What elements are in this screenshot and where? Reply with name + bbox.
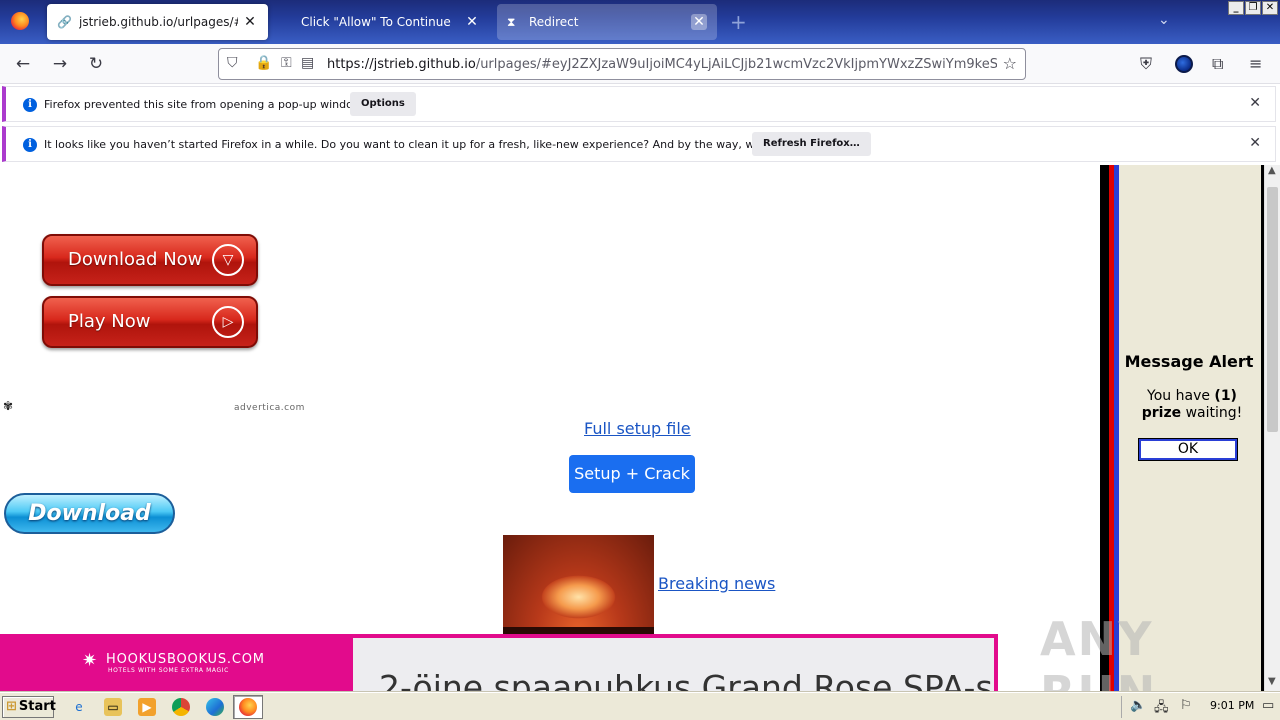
edge-icon[interactable] bbox=[206, 698, 224, 716]
tab-redirect[interactable]: ⧗ Redirect ✕ bbox=[497, 4, 717, 40]
minimize-icon[interactable]: _ bbox=[1228, 1, 1244, 15]
play-icon: ▷ bbox=[212, 306, 244, 338]
banner-brand-block: ✷ HOOKUSBOOKUS.COM HOTELS WITH SOME EXTR… bbox=[82, 650, 265, 674]
link-icon: 🔗 bbox=[57, 15, 72, 29]
flag-icon[interactable]: ⚐ bbox=[1180, 698, 1192, 713]
notification-message: Firefox prevented this site from opening… bbox=[44, 98, 365, 111]
triangle-down-icon: ▽ bbox=[212, 244, 244, 276]
url-text[interactable]: https://jstrieb.github.io/urlpages/#eyJ2… bbox=[327, 57, 997, 72]
permissions-icon[interactable]: ⚿ bbox=[281, 55, 292, 71]
breaking-news-link[interactable]: Breaking news bbox=[658, 574, 775, 593]
download-ad-button[interactable]: Download bbox=[4, 493, 175, 534]
refresh-firefox-button[interactable]: Refresh Firefox… bbox=[752, 132, 871, 156]
alert-message-post: waiting! bbox=[1181, 405, 1243, 421]
firefox-logo-icon[interactable] bbox=[11, 12, 29, 30]
ie-icon[interactable]: e bbox=[70, 698, 88, 716]
chrome-icon[interactable] bbox=[172, 698, 190, 716]
network-icon[interactable]: 🖧 bbox=[1154, 698, 1169, 720]
address-bar[interactable]: ⛉ 🔒 ⚿ ▤ https://jstrieb.github.io/urlpag… bbox=[218, 48, 1026, 80]
back-icon[interactable]: ← bbox=[12, 53, 34, 75]
page-icon: ▤ bbox=[301, 55, 315, 71]
windows-taskbar: ⊞ Start e ▭ ▶ 🔈 🖧 ⚐ 9:01 PM ▭ bbox=[0, 692, 1280, 720]
new-tab-icon[interactable]: + bbox=[730, 10, 747, 34]
close-tab-icon[interactable]: ✕ bbox=[464, 14, 480, 30]
tab-urlpages[interactable]: 🔗 jstrieb.github.io/urlpages/#eyJ2ZXJzaW… bbox=[47, 4, 268, 40]
hourglass-icon: ⧗ bbox=[507, 14, 516, 29]
firefox-icon bbox=[239, 698, 257, 716]
window-controls: _ ❐ ✕ bbox=[1228, 1, 1278, 15]
chevron-down-icon[interactable]: ⌄ bbox=[1158, 12, 1170, 28]
tab-title: Redirect bbox=[529, 15, 579, 29]
media-player-icon[interactable]: ▶ bbox=[138, 698, 156, 716]
close-icon[interactable]: ✕ bbox=[1249, 95, 1261, 111]
shield-icon[interactable]: ⛉ bbox=[227, 55, 238, 71]
tab-title: jstrieb.github.io/urlpages/#eyJ2ZXJzaW9u bbox=[79, 15, 238, 29]
notification-message: It looks like you haven’t started Firefo… bbox=[44, 138, 829, 151]
play-now-ad-button[interactable]: Play Now ▷ bbox=[42, 296, 258, 348]
close-window-icon[interactable]: ✕ bbox=[1262, 1, 1278, 15]
banner-headline: 2-öine spaapuhkus Grand Rose SPA-s bbox=[379, 668, 993, 692]
clock[interactable]: 9:01 PM bbox=[1210, 699, 1254, 712]
restore-icon[interactable]: ❐ bbox=[1245, 1, 1261, 15]
volume-icon[interactable]: 🔈 bbox=[1130, 698, 1146, 713]
show-desktop-icon[interactable]: ▭ bbox=[1262, 698, 1274, 713]
url-path: /urlpages/#eyJ2ZXJzaW9uIjoiMC4yLjAiLCJjb… bbox=[475, 57, 997, 72]
account-avatar[interactable] bbox=[1175, 55, 1193, 73]
alert-message: You have (1) prize waiting! bbox=[1125, 388, 1259, 422]
scroll-up-icon[interactable]: ▲ bbox=[1268, 165, 1276, 176]
system-tray: 🔈 🖧 ⚐ 9:01 PM ▭ bbox=[1121, 696, 1278, 718]
pocket-icon[interactable]: ⛨ bbox=[1140, 54, 1152, 74]
start-label: Start bbox=[18, 699, 56, 714]
ad-close-icon[interactable]: ✾ bbox=[3, 399, 13, 413]
ad-network-label[interactable]: advertica.com bbox=[234, 403, 305, 413]
scrollbar-thumb[interactable] bbox=[1267, 187, 1278, 432]
sparkle-icon: ✷ bbox=[82, 650, 98, 671]
setup-crack-button[interactable]: Setup + Crack bbox=[569, 455, 695, 493]
start-button[interactable]: ⊞ Start bbox=[2, 696, 56, 718]
button-label: Download Now bbox=[68, 249, 203, 270]
close-tab-icon[interactable]: ✕ bbox=[691, 14, 707, 30]
alert-ok-button[interactable]: OK bbox=[1138, 438, 1238, 461]
close-tab-icon[interactable]: ✕ bbox=[242, 14, 258, 30]
button-label: Play Now bbox=[68, 311, 151, 332]
banner-tagline: HOTELS WITH SOME EXTRA MAGIC bbox=[108, 667, 229, 674]
windows-flag-icon: ⊞ bbox=[6, 699, 17, 714]
lock-icon[interactable]: 🔒 bbox=[255, 55, 272, 71]
explorer-icon[interactable]: ▭ bbox=[104, 698, 122, 716]
bookmark-star-icon[interactable]: ☆ bbox=[1003, 54, 1017, 73]
info-icon: i bbox=[23, 138, 37, 152]
banner-headline-panel: 2-öine spaapuhkus Grand Rose SPA-s bbox=[353, 638, 994, 692]
download-now-ad-button[interactable]: Download Now ▽ bbox=[42, 234, 258, 286]
page-content: Download Now ▽ Play Now ▷ ✾ advertica.co… bbox=[0, 165, 1100, 692]
close-icon[interactable]: ✕ bbox=[1249, 135, 1261, 151]
banner-brand: HOOKUSBOOKUS.COM bbox=[106, 652, 265, 667]
explosion-image[interactable] bbox=[503, 535, 654, 635]
tab-title: Click "Allow" To Continue bbox=[301, 15, 451, 29]
reload-icon[interactable]: ↻ bbox=[85, 53, 107, 75]
tab-strip: 🔗 jstrieb.github.io/urlpages/#eyJ2ZXJzaW… bbox=[0, 0, 1280, 44]
forward-icon[interactable]: → bbox=[49, 53, 71, 75]
alert-message-pre: You have bbox=[1147, 388, 1215, 404]
navigation-toolbar: ← → ↻ ⛉ 🔒 ⚿ ▤ https://jstrieb.github.io/… bbox=[0, 44, 1280, 84]
refresh-firefox-notification: i It looks like you haven’t started Fire… bbox=[2, 126, 1276, 162]
alert-title: Message Alert bbox=[1124, 352, 1254, 371]
full-setup-link[interactable]: Full setup file bbox=[584, 419, 691, 438]
popup-blocked-notification: i Firefox prevented this site from openi… bbox=[2, 86, 1276, 122]
url-host: https://jstrieb.github.io bbox=[327, 57, 476, 72]
tab-click-allow[interactable]: Click "Allow" To Continue ✕ bbox=[276, 4, 490, 40]
hotel-ad-banner[interactable]: ✷ HOOKUSBOOKUS.COM HOTELS WITH SOME EXTR… bbox=[0, 634, 998, 692]
menu-icon[interactable]: ≡ bbox=[1249, 54, 1262, 73]
extensions-icon[interactable]: ⧉ bbox=[1212, 54, 1223, 74]
firefox-taskbar-button[interactable] bbox=[233, 695, 263, 719]
info-icon: i bbox=[23, 98, 37, 112]
options-button[interactable]: Options bbox=[350, 92, 416, 116]
